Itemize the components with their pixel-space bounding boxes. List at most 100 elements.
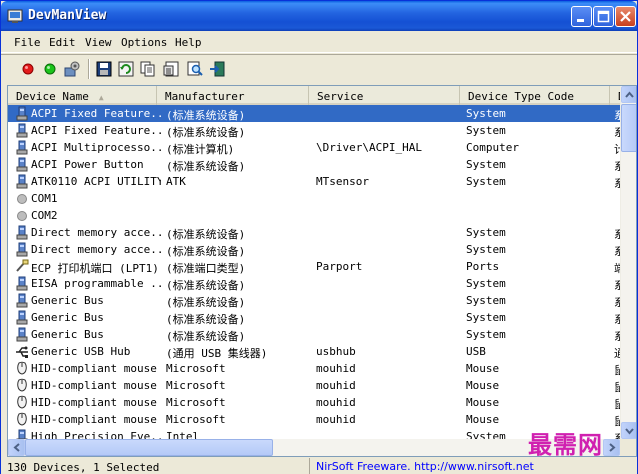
port-disabled-icon	[15, 208, 29, 223]
sort-ascending-icon: ▲	[98, 93, 104, 102]
exit-icon[interactable]	[209, 60, 227, 78]
device-type-cell: System	[466, 107, 506, 120]
close-icon	[620, 11, 631, 22]
html-report-icon[interactable]	[163, 60, 181, 78]
table-row[interactable]: ACPI Multiprocesso... (标准计算机) \Driver\ACPI…	[8, 139, 620, 156]
table-row[interactable]: Generic Bus(标准系统设备)System系	[8, 292, 620, 309]
manufacturer-cell: (标准系统设备)	[166, 126, 246, 139]
device-icon	[15, 242, 29, 257]
manufacturer-cell: (标准系统设备)	[166, 160, 246, 173]
table-row[interactable]: Generic USB Hub(通用 USB 集线器)usbhubUSB通	[8, 343, 620, 360]
mouse-icon	[15, 412, 29, 427]
device-type-cell: System	[466, 226, 506, 239]
properties-icon[interactable]	[63, 60, 81, 78]
scroll-down-button[interactable]	[621, 422, 636, 439]
menu-file[interactable]: File	[14, 36, 41, 49]
save-icon[interactable]	[95, 60, 113, 78]
refresh-icon[interactable]	[117, 60, 135, 78]
copy-icon[interactable]	[139, 60, 157, 78]
window-title: DevManView	[28, 8, 107, 23]
vertical-scrollbar[interactable]	[620, 86, 636, 439]
close-button[interactable]	[615, 6, 636, 27]
table-row[interactable]: Generic Bus(标准系统设备)System系	[8, 326, 620, 343]
device-icon	[15, 293, 29, 308]
find-icon[interactable]	[186, 60, 204, 78]
service-cell: mouhid	[316, 396, 356, 409]
table-row[interactable]: ACPI Fixed Feature...(标准系统设备)System系	[8, 105, 620, 122]
scroll-corner	[620, 439, 636, 456]
table-row[interactable]: ECP 打印机端口 (LPT1)(标准端口类型)ParportPorts端	[8, 258, 620, 275]
table-row[interactable]: Direct memory acce...(标准系统设备)System系	[8, 241, 620, 258]
device-type-cell: System	[466, 158, 506, 171]
device-list[interactable]: Device Name ▲ Manufacturer Service Device…	[7, 85, 637, 457]
table-row[interactable]: COM2	[8, 207, 620, 224]
menu-edit[interactable]: Edit	[49, 36, 76, 49]
manufacturer-cell: (标准系统设备)	[166, 228, 246, 241]
service-cell: mouhid	[316, 413, 356, 426]
device-icon	[15, 174, 29, 189]
device-name-cell: COM2	[31, 209, 58, 222]
scroll-up-icon	[625, 91, 634, 98]
site-watermark: 最需网	[528, 430, 603, 459]
usb-icon	[15, 344, 29, 359]
service-cell: mouhid	[316, 362, 356, 375]
column-manufacturer-label: Manufacturer	[165, 90, 245, 103]
device-icon	[15, 140, 29, 155]
scroll-left-button[interactable]	[8, 439, 25, 456]
service-cell: mouhid	[316, 379, 356, 392]
table-row[interactable]: HID-compliant mouseMicrosoftmouhidMouse鼠	[8, 360, 620, 377]
nirsoft-link[interactable]: NirSoft Freeware. http://www.nirsoft.net	[309, 458, 637, 474]
minimize-button[interactable]	[571, 6, 592, 27]
table-row[interactable]: Generic Bus(标准系统设备)System系	[8, 309, 620, 326]
device-name-cell: HID-compliant mouse	[31, 396, 157, 409]
menu-help[interactable]: Help	[175, 36, 202, 49]
service-cell: usbhub	[316, 345, 356, 358]
manufacturer-cell: (通用 USB 集线器)	[166, 347, 268, 360]
toolbar	[1, 54, 637, 84]
column-header-row: Device Name ▲ Manufacturer Service Device…	[8, 86, 625, 105]
column-service[interactable]: Service	[309, 86, 460, 105]
title-bar[interactable]: DevManView	[1, 1, 637, 31]
scroll-left-icon	[13, 443, 20, 452]
device-name-cell: HID-compliant mouse	[31, 362, 157, 375]
table-row[interactable]: ACPI Power Button(标准系统设备)System系	[8, 156, 620, 173]
table-row[interactable]: ATK0110 ACPI UTILITYATKMTsensorSystem系	[8, 173, 620, 190]
vertical-scroll-thumb[interactable]	[621, 104, 636, 152]
table-row[interactable]: Direct memory acce...(标准系统设备)System系	[8, 224, 620, 241]
column-device-type-code[interactable]: Device Type Code	[460, 86, 610, 105]
menu-view[interactable]: View	[85, 36, 112, 49]
device-rows: ACPI Fixed Feature...(标准系统设备)System系 ACPI…	[8, 105, 620, 439]
column-manufacturer[interactable]: Manufacturer	[157, 86, 309, 105]
scroll-down-icon	[625, 428, 634, 435]
manufacturer-cell: (标准系统设备)	[166, 245, 246, 258]
device-type-cell: System	[466, 124, 506, 137]
maximize-button[interactable]	[593, 6, 614, 27]
table-row[interactable]: HID-compliant mouseMicrosoftmouhidMouse鼠	[8, 394, 620, 411]
column-device-type-code-label: Device Type Code	[468, 90, 574, 103]
column-device-name[interactable]: Device Name ▲	[8, 86, 157, 105]
mouse-icon	[15, 378, 29, 393]
device-name-cell: EISA programmable ...	[31, 277, 161, 290]
scroll-right-button[interactable]	[603, 439, 620, 456]
device-name-cell: Direct memory acce...	[31, 243, 161, 256]
app-icon	[7, 9, 23, 23]
device-icon	[15, 123, 29, 138]
manufacturer-cell: (标准系统设备)	[166, 296, 246, 309]
enable-device-icon[interactable]	[41, 60, 59, 78]
device-name-cell: ECP 打印机端口 (LPT1)	[31, 262, 159, 275]
table-row[interactable]: EISA programmable ...(标准系统设备)System系	[8, 275, 620, 292]
device-name-cell: ACPI Fixed Feature...	[31, 124, 161, 137]
device-type-cell: System	[466, 243, 506, 256]
table-row[interactable]: COM1	[8, 190, 620, 207]
menu-options[interactable]: Options	[121, 36, 167, 49]
device-name-cell: High Precision Eve...	[31, 430, 161, 439]
maximize-icon	[597, 10, 610, 23]
device-icon	[15, 106, 29, 121]
horizontal-scroll-thumb[interactable]	[25, 439, 273, 456]
scroll-up-button[interactable]	[621, 86, 636, 103]
port-disabled-icon	[15, 191, 29, 206]
manufacturer-cell: (标准系统设备)	[166, 279, 246, 292]
disable-device-icon[interactable]	[19, 60, 37, 78]
table-row[interactable]: ACPI Fixed Feature...(标准系统设备)System系	[8, 122, 620, 139]
table-row[interactable]: HID-compliant mouseMicrosoftmouhidMouse鼠	[8, 377, 620, 394]
